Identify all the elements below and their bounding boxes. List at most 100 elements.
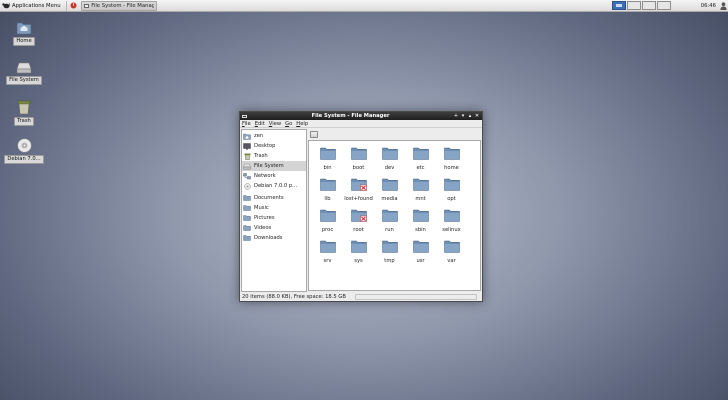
file-item-label: proc xyxy=(321,227,334,233)
folder-icon xyxy=(319,209,336,222)
home-icon xyxy=(243,133,251,140)
trash-icon xyxy=(17,100,31,115)
file-item[interactable]: dev xyxy=(374,147,405,178)
window-stick-button[interactable]: + xyxy=(453,113,459,119)
file-item[interactable]: run xyxy=(374,209,405,240)
taskbar-button-file-manager[interactable]: File System - File Manager xyxy=(80,0,157,11)
window-content: zen Desktop Trash File System Network De… xyxy=(241,129,481,292)
folder-icon xyxy=(381,178,398,191)
file-item[interactable]: opt xyxy=(436,178,467,209)
file-item[interactable]: selinux xyxy=(436,209,467,240)
file-item[interactable]: tmp xyxy=(374,240,405,271)
folder-icon xyxy=(443,209,460,222)
file-item-label: root xyxy=(353,227,364,233)
menu-help[interactable]: Help xyxy=(296,121,308,127)
window-title: File System - File Manager xyxy=(311,113,390,119)
desktop-icon-trash[interactable]: Trash xyxy=(4,100,44,126)
cdrom-icon xyxy=(243,182,251,190)
file-item[interactable]: boot xyxy=(343,147,374,178)
folder-icon xyxy=(443,240,460,253)
desktop-icon-file-system[interactable]: File System xyxy=(4,60,44,85)
workspace-1[interactable] xyxy=(611,1,626,10)
sidebar-item-trash[interactable]: Trash xyxy=(242,151,306,161)
folder-icon xyxy=(412,178,429,191)
file-item[interactable]: mnt xyxy=(405,178,436,209)
window-minimize-button[interactable]: ▾ xyxy=(460,113,466,119)
folder-icon xyxy=(243,215,251,222)
workspace-window-thumb xyxy=(615,4,622,7)
file-item[interactable]: home xyxy=(436,147,467,178)
icon-view[interactable]: bin boot dev etc home lib lost+found media mnt op… xyxy=(308,140,481,291)
file-item[interactable]: lib xyxy=(312,178,343,209)
folder-icon xyxy=(319,178,336,191)
file-item-label: var xyxy=(447,258,456,264)
path-bar xyxy=(308,129,481,139)
folder-icon xyxy=(350,147,367,160)
window-close-button[interactable]: ✕ xyxy=(474,113,480,119)
sidebar-item-documents[interactable]: Documents xyxy=(242,193,306,203)
sidebar-item-videos[interactable]: Videos xyxy=(242,223,306,233)
file-item-label: tmp xyxy=(384,258,395,264)
desktop-icon-home[interactable]: Home xyxy=(4,20,44,46)
file-item[interactable]: sbin xyxy=(405,209,436,240)
workspace-4[interactable] xyxy=(656,1,671,10)
file-item[interactable]: etc xyxy=(405,147,436,178)
workspace-2[interactable] xyxy=(626,1,641,10)
menu-bar: File Edit View Go Help xyxy=(240,120,482,128)
desktop-icon-label: Home xyxy=(13,37,35,46)
clock[interactable]: 06:46 xyxy=(701,3,716,9)
file-grid: bin boot dev etc home lib lost+found media mnt op… xyxy=(312,147,467,271)
file-item[interactable]: root xyxy=(343,209,374,240)
sidebar-item-network[interactable]: Network xyxy=(242,171,306,181)
user-switch-button[interactable] xyxy=(719,1,727,10)
folder-icon xyxy=(243,225,251,232)
file-item[interactable]: proc xyxy=(312,209,343,240)
menu-edit[interactable]: Edit xyxy=(255,121,265,127)
file-item[interactable]: media xyxy=(374,178,405,209)
file-item[interactable]: var xyxy=(436,240,467,271)
file-item-label: lost+found xyxy=(344,196,373,202)
file-item-label: home xyxy=(444,165,459,171)
folder-icon xyxy=(443,178,460,191)
applications-menu-label: Applications Menu xyxy=(12,2,61,9)
file-item[interactable]: lost+found xyxy=(343,178,374,209)
sidebar-item-desktop[interactable]: Desktop xyxy=(242,141,306,151)
path-button-root[interactable] xyxy=(310,130,318,138)
folder-icon xyxy=(319,147,336,160)
sidebar-item-music[interactable]: Music xyxy=(242,203,306,213)
status-bar-frame xyxy=(355,294,477,300)
file-item[interactable]: sys xyxy=(343,240,374,271)
applications-menu-button[interactable]: Applications Menu xyxy=(0,0,64,12)
workspace-3[interactable] xyxy=(641,1,656,10)
desktop-icon xyxy=(243,142,251,150)
home-folder-icon xyxy=(16,22,32,35)
window-titlebar[interactable]: File System - File Manager + ▾ ▴ ✕ xyxy=(240,112,482,120)
sidebar-item-downloads[interactable]: Downloads xyxy=(242,233,306,243)
folder-icon xyxy=(412,209,429,222)
taskbar-button-label: File System - File Manager xyxy=(91,2,154,9)
file-item-label: lib xyxy=(324,196,331,202)
status-bar: 20 items (88.0 KB), Free space: 18.5 GB xyxy=(241,293,481,301)
file-item[interactable]: bin xyxy=(312,147,343,178)
menu-go[interactable]: Go xyxy=(285,121,292,127)
xfce-mouse-icon xyxy=(2,2,10,9)
folder-icon xyxy=(243,205,251,212)
window-menu-icon[interactable] xyxy=(242,114,247,118)
sidebar-item-file-system[interactable]: File System xyxy=(242,161,306,171)
sidebar-item-home[interactable]: zen xyxy=(242,131,306,141)
folder-icon xyxy=(319,240,336,253)
menu-view[interactable]: View xyxy=(269,121,281,127)
folder-icon xyxy=(243,195,251,202)
window-maximize-button[interactable]: ▴ xyxy=(467,113,473,119)
desktop-icon-label: File System xyxy=(6,76,42,85)
sidebar-item-pictures[interactable]: Pictures xyxy=(242,213,306,223)
desktop-icon-debian-cd[interactable]: Debian 7.0... xyxy=(4,138,44,164)
menu-file[interactable]: File xyxy=(242,121,251,127)
file-item[interactable]: usr xyxy=(405,240,436,271)
file-item-label: media xyxy=(381,196,398,202)
show-desktop-button[interactable] xyxy=(70,2,78,10)
locked-folder-icon xyxy=(350,209,367,222)
sidebar-item-debian-cd[interactable]: Debian 7.0.0 p... xyxy=(242,181,306,191)
drive-icon xyxy=(16,62,32,74)
file-item[interactable]: srv xyxy=(312,240,343,271)
